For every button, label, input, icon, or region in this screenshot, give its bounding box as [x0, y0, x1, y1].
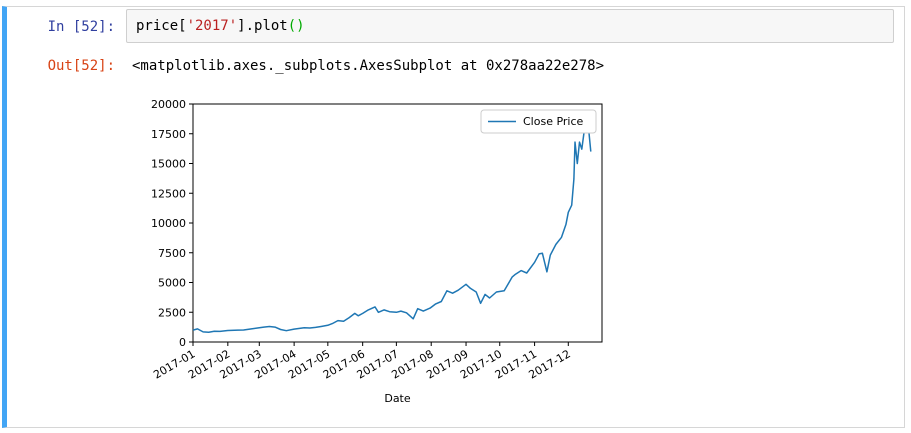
y-tick-label: 10000 — [151, 217, 186, 230]
y-tick-label: 5000 — [158, 277, 186, 290]
legend-label: Close Price — [523, 115, 584, 128]
y-tick-label: 2500 — [158, 306, 186, 319]
series-line — [192, 112, 592, 333]
y-axis: 0 2500 5000 7500 10000 12500 15000 17500 20000 — [151, 98, 193, 349]
x-axis-label: Date — [384, 392, 411, 405]
y-tick-label: 0 — [179, 336, 186, 349]
y-tick-label: 20000 — [151, 98, 186, 111]
x-axis: 2017-012017-022017-032017-042017-052017-… — [151, 342, 573, 382]
y-tick-label: 15000 — [151, 158, 186, 171]
plot-frame — [192, 103, 603, 343]
legend: Close Price — [480, 109, 597, 134]
y-tick-label: 7500 — [158, 247, 186, 260]
y-tick-label: 12500 — [151, 187, 186, 200]
line-chart: 0 2500 5000 7500 10000 12500 15000 17500 20000 2… — [151, 98, 603, 405]
y-tick-label: 17500 — [151, 128, 186, 141]
